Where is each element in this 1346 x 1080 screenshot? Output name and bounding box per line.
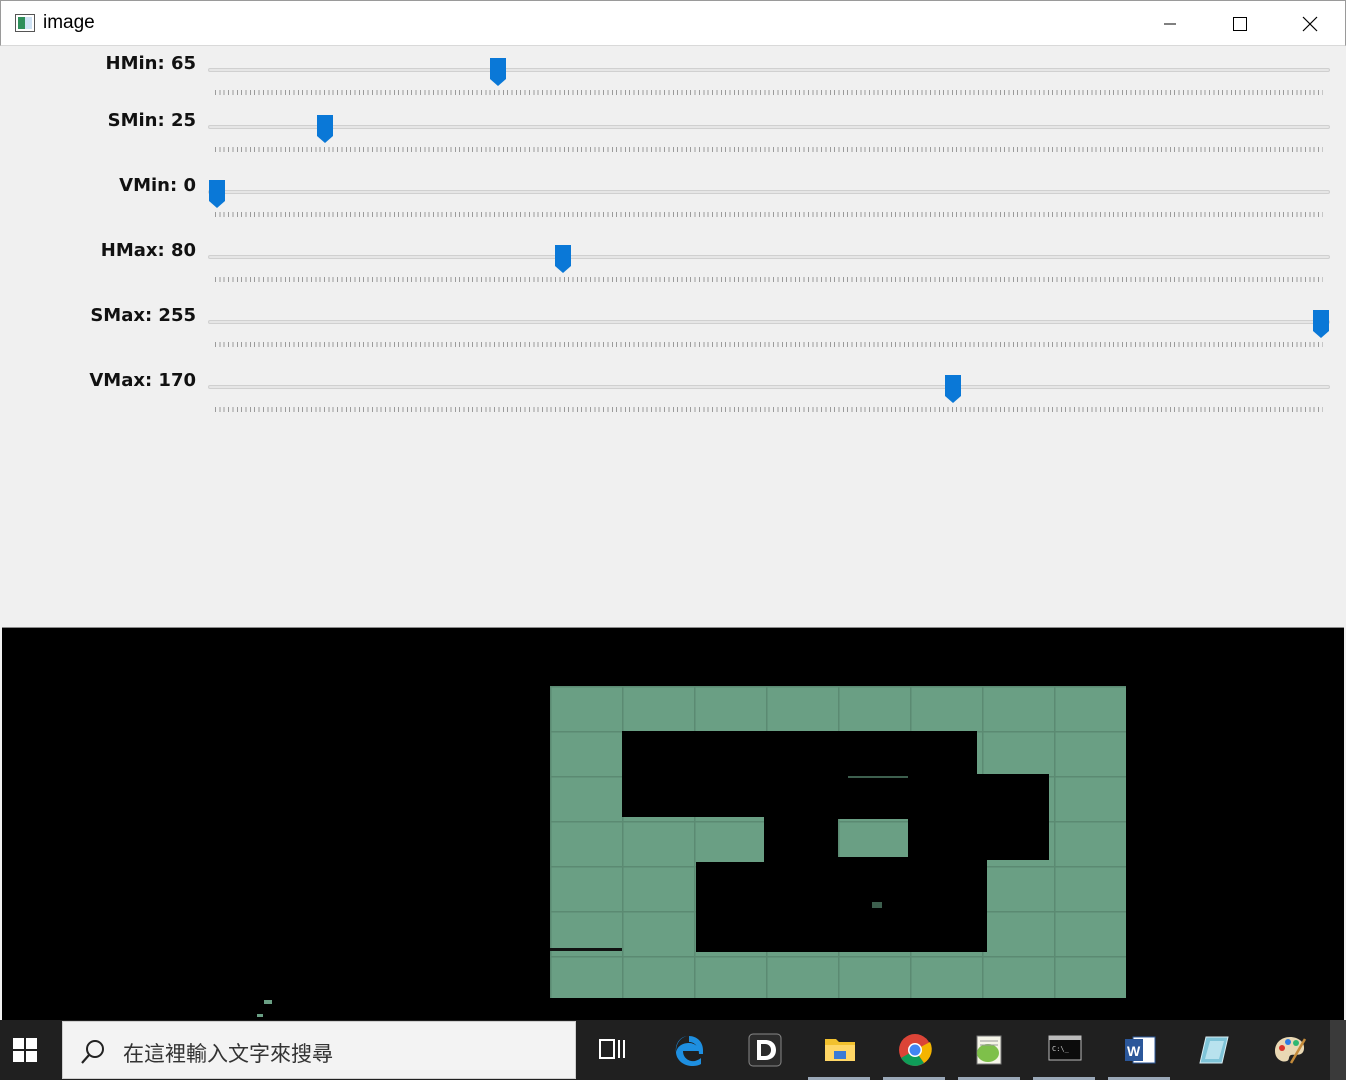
- trackbar-track[interactable]: [208, 385, 1330, 389]
- minimize-button[interactable]: [1135, 1, 1205, 47]
- trackbar-thumb[interactable]: [208, 179, 226, 209]
- taskbar: 在這裡輸入文字來搜尋 C:\_ W: [0, 1020, 1346, 1080]
- task-view-icon: [599, 1039, 625, 1059]
- trackbar-ticks: [215, 407, 1323, 412]
- command-prompt-button[interactable]: C:\_: [1027, 1020, 1101, 1080]
- trackbar-ticks: [215, 342, 1323, 347]
- show-desktop-edge[interactable]: [1330, 1020, 1346, 1080]
- notes-icon: [1199, 1036, 1229, 1064]
- trackbar-track[interactable]: [208, 68, 1330, 72]
- trackbar-ticks: [215, 90, 1323, 95]
- trackbar-ticks: [215, 212, 1323, 217]
- trackbar-row-vmin: VMin: 0: [1, 172, 1345, 228]
- trackbar-thumb[interactable]: [944, 374, 962, 404]
- trackbar-row-smin: SMin: 25: [1, 107, 1345, 163]
- trackbar-row-vmax: VMax: 170: [1, 367, 1345, 423]
- trackbar-track[interactable]: [208, 255, 1330, 259]
- trackbar-thumb[interactable]: [1312, 309, 1330, 339]
- maximize-icon: [1233, 17, 1247, 31]
- d-app-button[interactable]: [727, 1020, 801, 1080]
- terminal-icon: C:\_: [1048, 1035, 1082, 1061]
- edge-icon: [675, 1036, 703, 1066]
- svg-text:C:\_: C:\_: [1052, 1045, 1070, 1053]
- trackbar-row-hmax: HMax: 80: [1, 237, 1345, 293]
- paint-palette-icon: [1275, 1037, 1307, 1064]
- image-display: [2, 627, 1344, 1021]
- search-placeholder: 在這裡輸入文字來搜尋: [123, 1042, 333, 1066]
- taskbar-search-box[interactable]: 在這裡輸入文字來搜尋: [62, 1021, 576, 1079]
- app-icon: [15, 14, 35, 32]
- close-button[interactable]: [1275, 1, 1345, 47]
- edge-button[interactable]: [652, 1020, 726, 1080]
- notes-button[interactable]: [1177, 1020, 1251, 1080]
- trackbar-panel: HMin: 65 SMin: 25 VMin: 0 HMax: 80 SMax:…: [1, 47, 1345, 627]
- file-explorer-button[interactable]: [802, 1020, 876, 1080]
- folder-icon: [825, 1039, 855, 1061]
- window-title: image: [43, 12, 95, 33]
- trackbar-label: VMax: 170: [89, 370, 196, 391]
- trackbar-track[interactable]: [208, 190, 1330, 194]
- trackbar-row-hmin: HMin: 65: [1, 50, 1345, 106]
- trackbar-row-smax: SMax: 255: [1, 302, 1345, 358]
- trackbar-track[interactable]: [208, 320, 1330, 324]
- minimize-icon: [1164, 23, 1176, 25]
- trackbar-ticks: [215, 147, 1323, 152]
- word-button[interactable]: W: [1102, 1020, 1176, 1080]
- chrome-button[interactable]: [877, 1020, 951, 1080]
- trackbar-label: HMin: 65: [105, 53, 196, 74]
- trackbar-label: SMax: 255: [90, 305, 196, 326]
- trackbar-thumb[interactable]: [489, 57, 507, 87]
- notepad-plus-plus-button[interactable]: [952, 1020, 1026, 1080]
- maximize-button[interactable]: [1205, 1, 1275, 47]
- mask-image: [257, 686, 1126, 1017]
- close-icon: [1302, 16, 1318, 32]
- task-view-button[interactable]: [576, 1020, 650, 1080]
- d-app-icon: [748, 1033, 782, 1067]
- paint-button[interactable]: [1252, 1020, 1326, 1080]
- trackbar-label: SMin: 25: [107, 110, 196, 131]
- trackbar-ticks: [215, 277, 1323, 282]
- chrome-icon: [899, 1034, 932, 1066]
- windows-logo-icon: [13, 1038, 37, 1062]
- trackbar-thumb[interactable]: [316, 114, 334, 144]
- notepad-plus-plus-icon: [976, 1035, 1002, 1065]
- title-bar: image: [0, 0, 1346, 46]
- svg-text:W: W: [1127, 1043, 1141, 1059]
- start-button[interactable]: [0, 1020, 52, 1080]
- trackbar-label: VMin: 0: [119, 175, 196, 196]
- trackbar-label: HMax: 80: [100, 240, 196, 261]
- word-icon: W: [1125, 1036, 1156, 1064]
- trackbar-track[interactable]: [208, 125, 1330, 129]
- search-icon: [81, 1040, 104, 1064]
- trackbar-thumb[interactable]: [554, 244, 572, 274]
